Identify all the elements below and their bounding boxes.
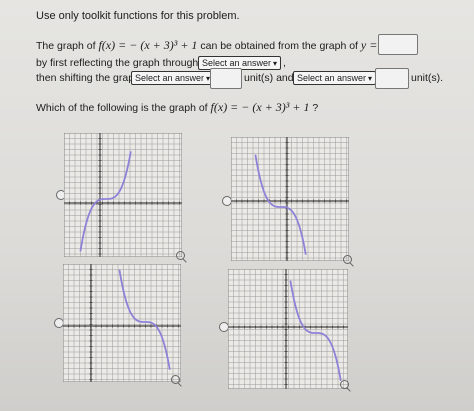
units-text-1: unit(s) and xyxy=(244,72,294,84)
shift-direction-select-1[interactable]: Select an answer ▾ xyxy=(131,71,215,85)
graph-frame xyxy=(64,133,182,257)
question-function: f(x) = − (x + 3)³ + 1 xyxy=(210,100,310,114)
graph-frame xyxy=(228,269,348,389)
statement-prefix: The graph of xyxy=(36,40,96,52)
statement-line: The graph of f(x) = − (x + 3)³ + 1 can b… xyxy=(36,38,377,53)
reflect-comma: , xyxy=(283,57,286,69)
shift-text: then shifting the graph xyxy=(36,72,140,84)
option-b-graph[interactable] xyxy=(231,137,349,261)
question-prefix: Which of the following is the graph of xyxy=(36,102,208,114)
magnify-icon[interactable] xyxy=(176,251,185,260)
shift-direction-select-2[interactable]: Select an answer ▾ xyxy=(293,71,377,85)
question-suffix: ? xyxy=(312,102,319,114)
magnify-icon[interactable] xyxy=(171,375,180,384)
statement-function: f(x) = − (x + 3)³ + 1 xyxy=(98,38,198,52)
instruction-text: Use only toolkit functions for this prob… xyxy=(36,10,240,22)
parent-function-input[interactable] xyxy=(378,34,418,55)
reflect-text: by first reflecting the graph through th… xyxy=(36,57,216,69)
magnify-icon[interactable] xyxy=(343,255,352,264)
question-panel: Use only toolkit functions for this prob… xyxy=(0,0,474,411)
shift-amount-input-2[interactable] xyxy=(375,68,409,89)
question-line: Which of the following is the graph of f… xyxy=(36,100,318,115)
statement-mid: can be obtained from the graph of xyxy=(200,40,358,52)
reflect-select-value: Select an answer xyxy=(202,58,272,68)
option-c-graph[interactable] xyxy=(63,264,181,382)
magnify-icon[interactable] xyxy=(340,380,349,389)
shift-select-2-value: Select an answer xyxy=(297,73,367,83)
shift-select-1-value: Select an answer xyxy=(135,73,205,83)
chevron-down-icon: ▾ xyxy=(273,59,278,68)
shift-amount-input-1[interactable] xyxy=(210,68,242,89)
graph-frame xyxy=(231,137,349,261)
units-text-2: unit(s). xyxy=(411,72,444,84)
option-d-graph[interactable] xyxy=(228,269,348,389)
chevron-down-icon: ▾ xyxy=(368,74,373,83)
option-a-graph[interactable] xyxy=(64,133,182,257)
statement-target: y = xyxy=(360,38,378,52)
